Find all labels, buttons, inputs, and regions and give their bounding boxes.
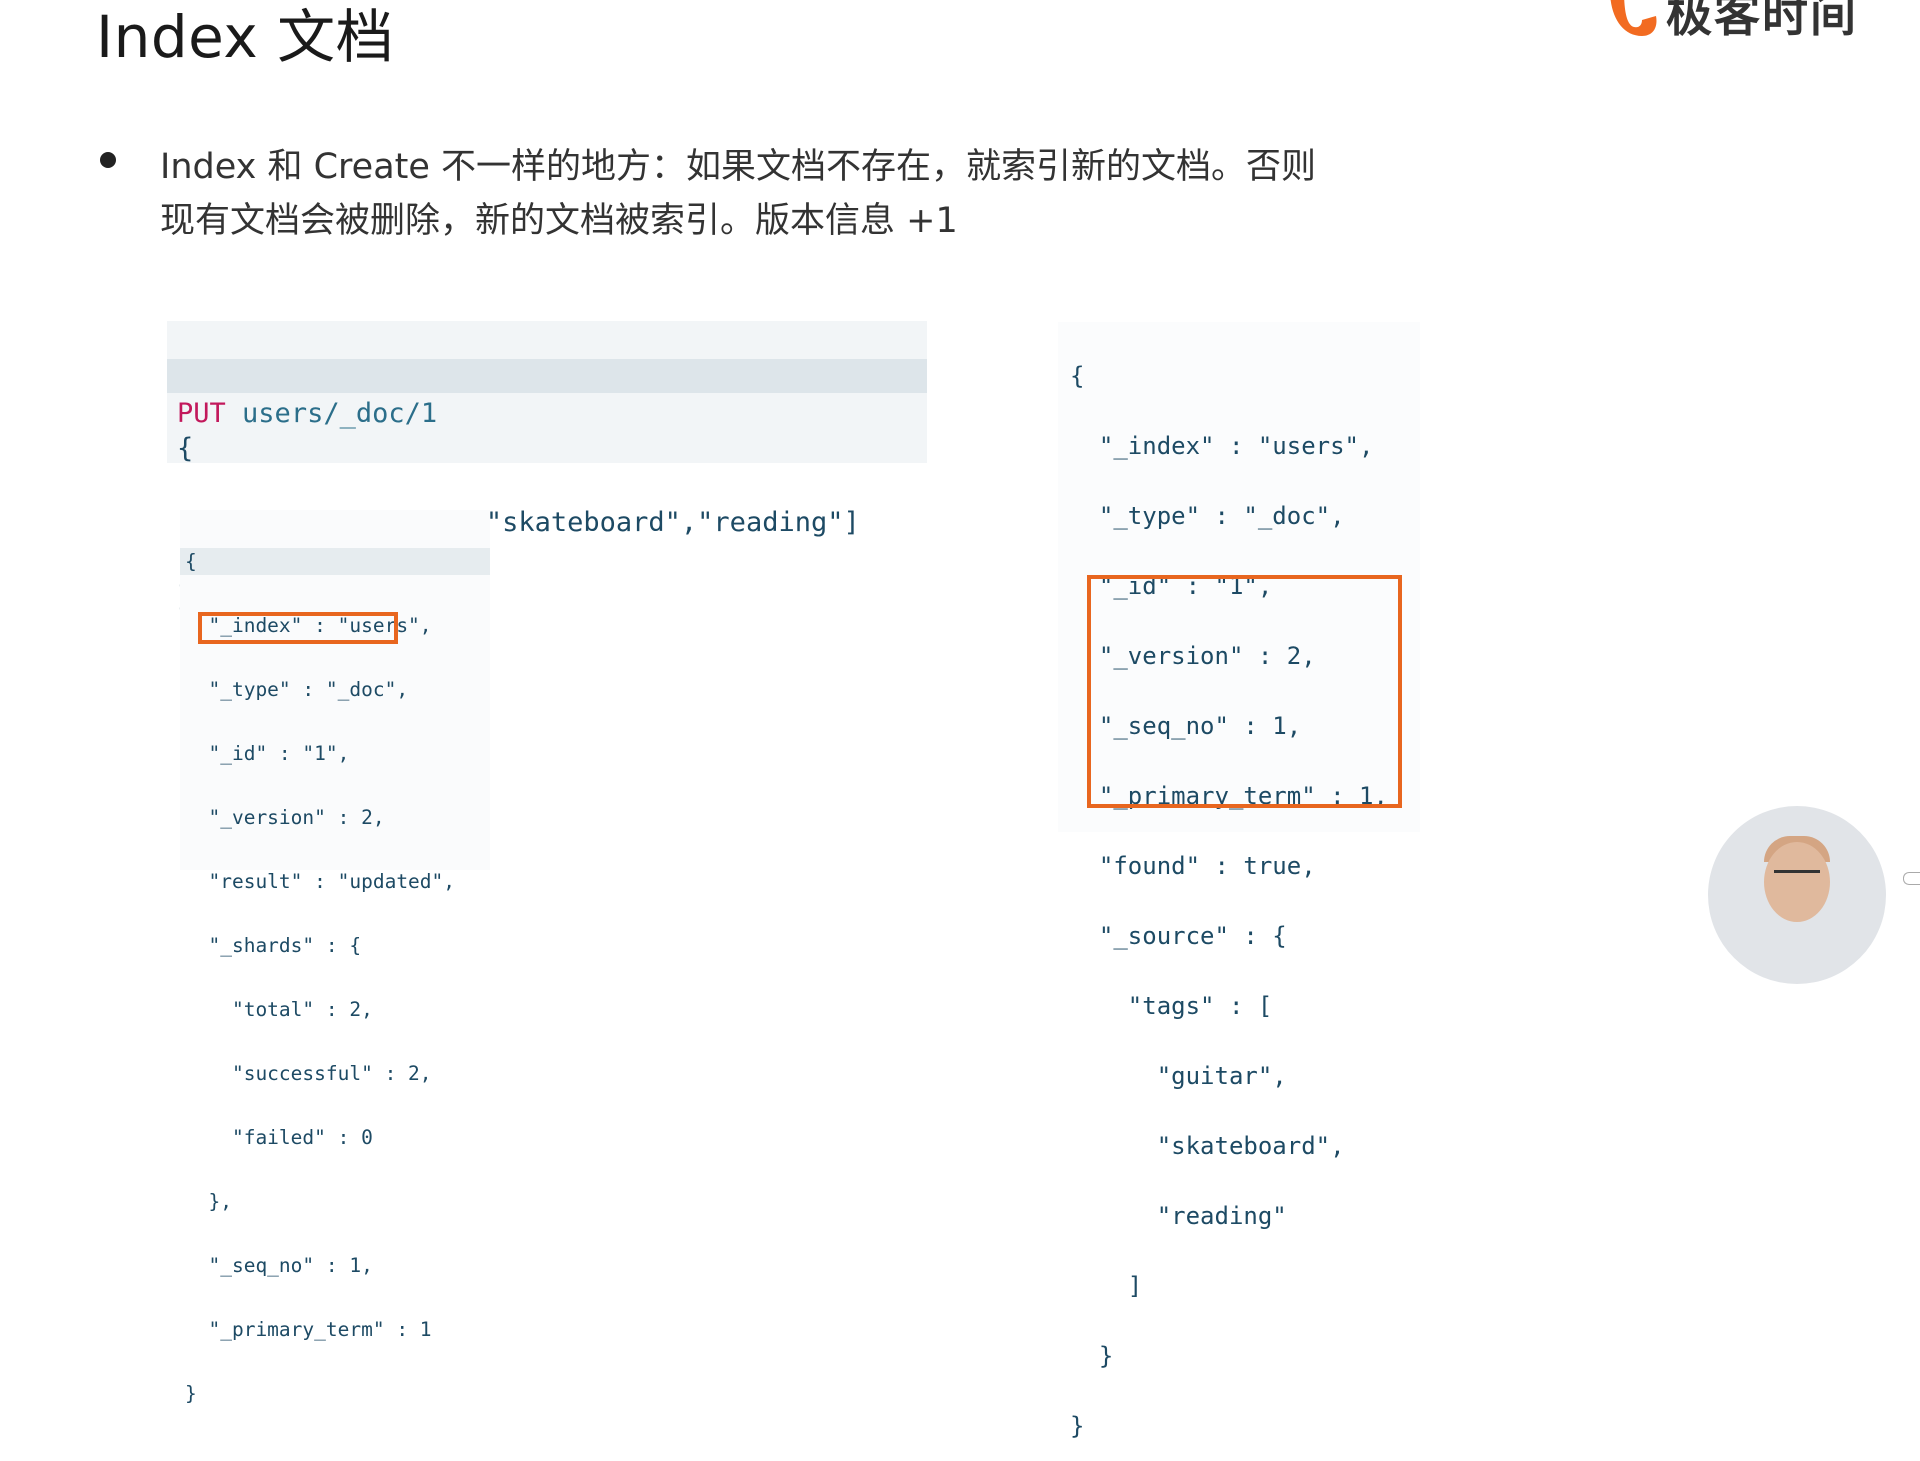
- bullet-dot: [100, 140, 120, 248]
- code-line: "_source" : {: [1070, 922, 1287, 950]
- brand-logo-text: 极客时间: [1666, 0, 1858, 42]
- code-line: "_seq_no" : 1,: [185, 1254, 373, 1277]
- request-code-block: PUT users/_doc/1 { "tags":["guitar","ska…: [167, 321, 927, 612]
- code-line: }: [185, 1382, 197, 1405]
- code-line: "guitar",: [1070, 1062, 1287, 1090]
- bullet-line-1: Index 和 Create 不一样的地方：如果文档不存在，就索引新的文档。否则: [160, 147, 1317, 187]
- code-line: "skateboard",: [1070, 1132, 1345, 1160]
- code-line: "found" : true,: [1070, 852, 1316, 880]
- request-method: PUT: [177, 398, 226, 429]
- code-line: }: [1070, 1412, 1085, 1440]
- request-open-brace: {: [177, 433, 194, 464]
- code-line: "_id" : "1",: [185, 742, 350, 765]
- geektime-logo-icon: [1610, 0, 1657, 36]
- bullet-line-2: 现有文档会被删除，新的文档被索引。版本信息 +1: [160, 201, 958, 241]
- code-line: {: [185, 550, 197, 573]
- code-line: "successful" : 2,: [185, 1062, 432, 1085]
- version-highlight-box: [198, 612, 398, 644]
- code-line: "failed" : 0: [185, 1126, 373, 1149]
- code-line: ]: [1070, 1272, 1143, 1300]
- bullet-text: Index 和 Create 不一样的地方：如果文档不存在，就索引新的文档。否则…: [160, 140, 1316, 248]
- code-line: "_primary_term" : 1: [185, 1318, 432, 1341]
- request-path: users/_doc/1: [242, 398, 438, 429]
- request-line: PUT users/_doc/1: [167, 397, 927, 431]
- code-line: "result" : "updated",: [185, 870, 456, 893]
- code-line: "_index" : "users",: [1070, 432, 1374, 460]
- brand-logo: 极客时间: [1602, 0, 1858, 44]
- code-line: },: [185, 1190, 232, 1213]
- code-line: "_type" : "_doc",: [185, 678, 409, 701]
- index-response-block: { "_index" : "users", "_type" : "_doc", …: [180, 510, 490, 1405]
- side-panel-handle[interactable]: [1903, 872, 1920, 885]
- code-line: "total" : 2,: [185, 998, 373, 1021]
- code-line: "reading": [1070, 1202, 1287, 1230]
- code-line: "_shards" : {: [185, 934, 362, 957]
- source-highlight-box: [1087, 575, 1402, 808]
- code-line: "_version" : 2,: [185, 806, 385, 829]
- slide-title: Index 文档: [96, 3, 395, 71]
- presenter-video-avatar: [1708, 806, 1886, 984]
- code-line: }: [1070, 1342, 1114, 1370]
- code-line: {: [1070, 362, 1085, 390]
- bullet-point: Index 和 Create 不一样的地方：如果文档不存在，就索引新的文档。否则…: [100, 140, 1420, 248]
- code-line: "tags" : [: [1070, 992, 1273, 1020]
- code-line: "_type" : "_doc",: [1070, 502, 1345, 530]
